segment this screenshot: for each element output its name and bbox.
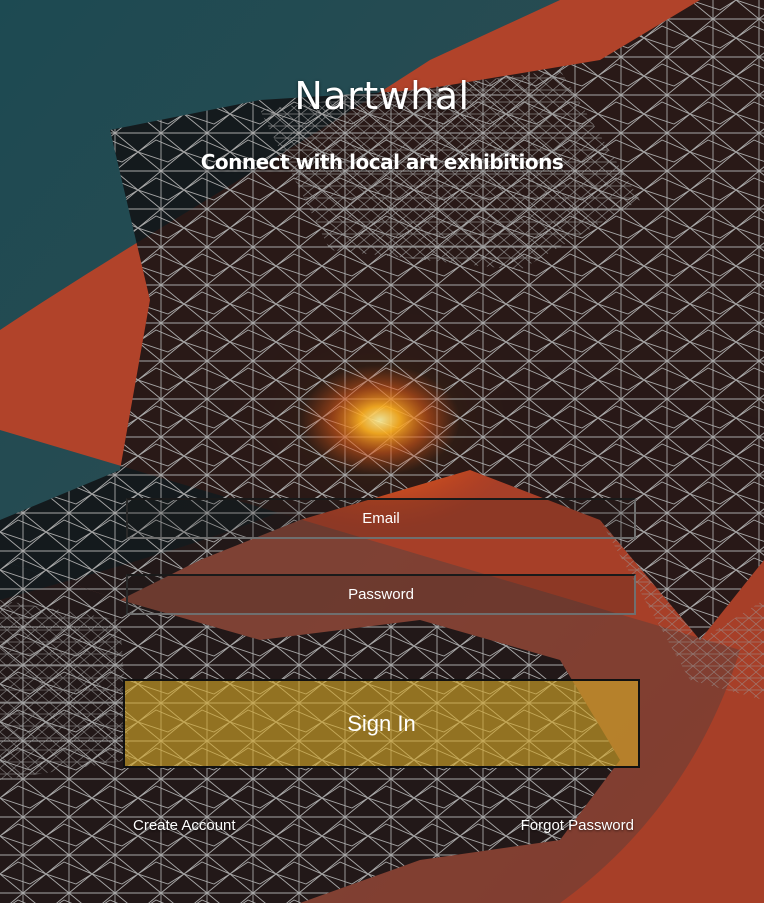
app-tagline: Connect with local art exhibitions bbox=[200, 150, 564, 174]
email-field[interactable] bbox=[126, 498, 636, 539]
forgot-password-link[interactable]: Forgot Password bbox=[521, 817, 634, 834]
create-account-link[interactable]: Create Account bbox=[133, 817, 236, 834]
app-title: Nartwhal bbox=[294, 74, 470, 118]
sign-in-button[interactable]: Sign In bbox=[123, 679, 640, 768]
password-field[interactable] bbox=[126, 574, 636, 615]
